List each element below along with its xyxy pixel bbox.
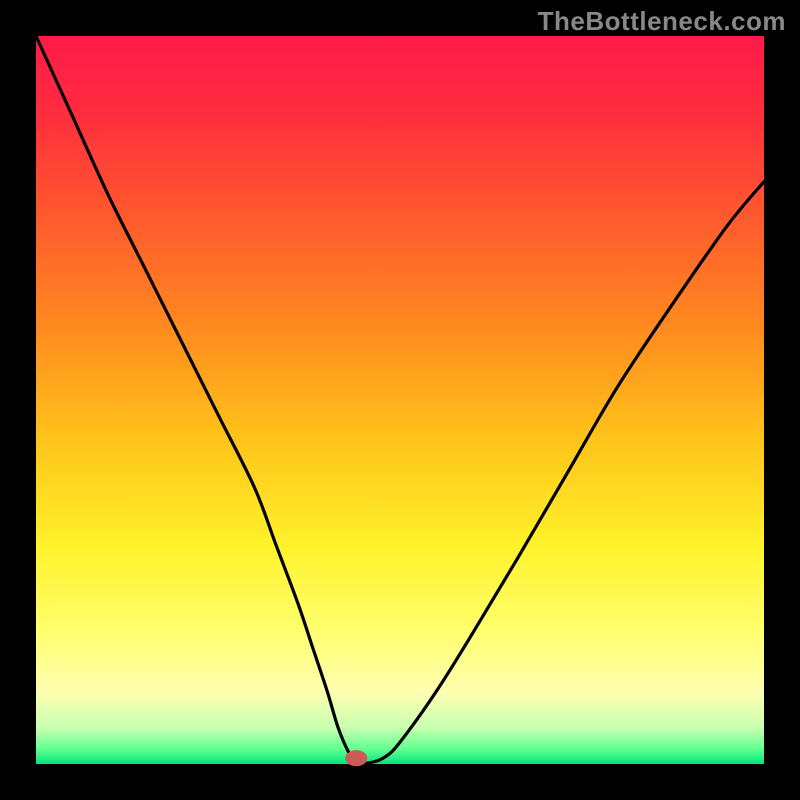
optimal-marker <box>345 750 367 766</box>
plot-area <box>36 36 764 764</box>
chart-container: TheBottleneck.com <box>0 0 800 800</box>
watermark-text: TheBottleneck.com <box>538 6 786 37</box>
bottleneck-chart <box>0 0 800 800</box>
